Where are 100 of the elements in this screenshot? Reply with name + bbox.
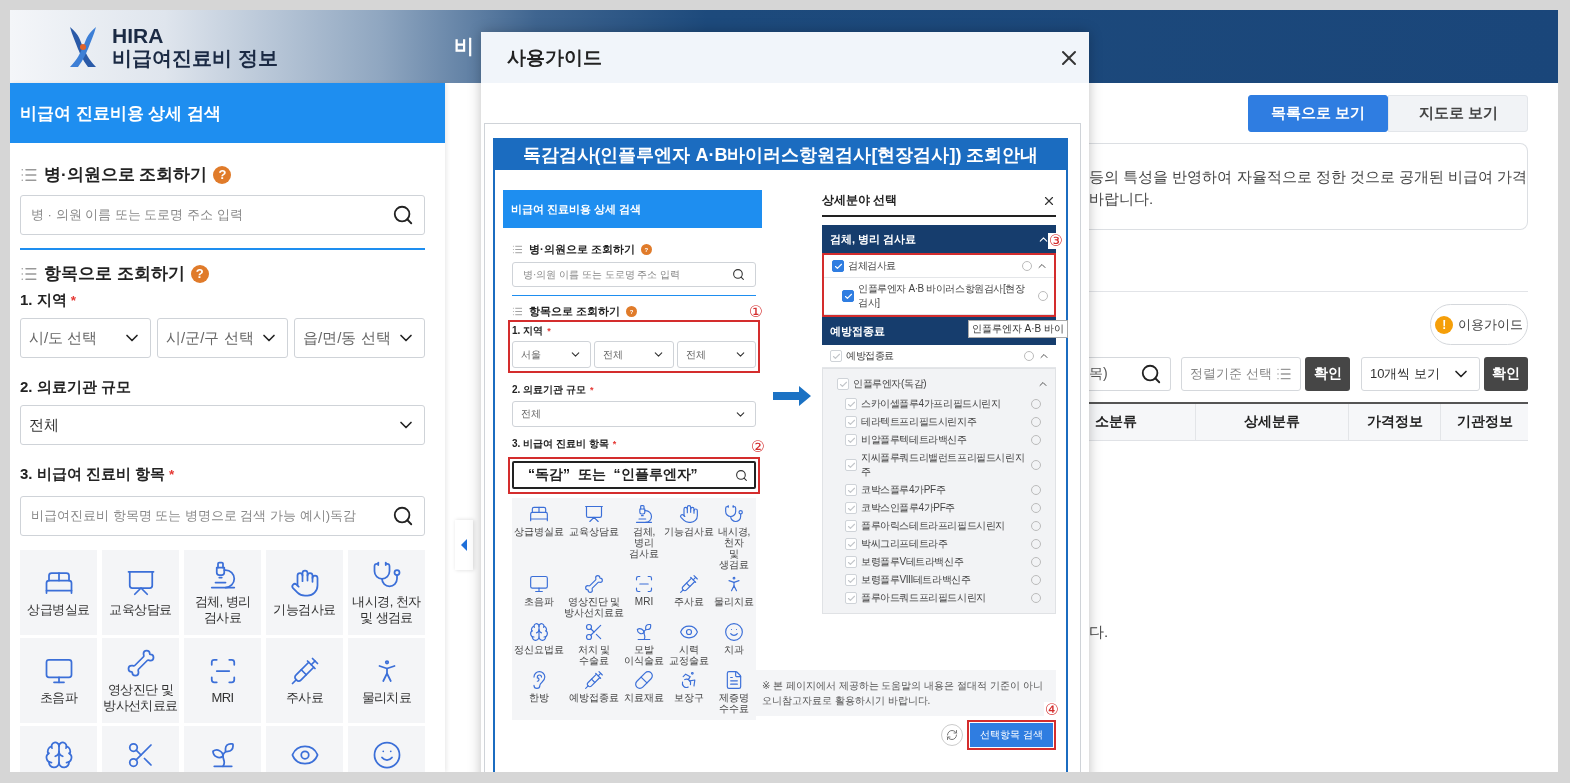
item-row[interactable]: 인플루엔자 A·B 바이러스항원검사[현장검사] [824,278,1054,315]
search-icon[interactable] [1140,363,1162,385]
pill-icon [634,670,654,690]
scale-select[interactable]: 전체 [20,405,425,445]
category-label: 시력 교정술료 [668,644,710,666]
category-label: MRI [634,596,654,607]
dialog-title: 사용가이드 [507,45,602,70]
field-label: 2. 의료기관 규모 [20,378,131,397]
syringe-icon [679,574,699,594]
field-label: 3. 비급여 진료비 항목 [512,437,609,451]
view-tab[interactable]: 목록으로 보기 [1248,95,1389,132]
scissors-icon [584,622,604,642]
category-tile[interactable]: 내시경, 천자 및 생검료 [348,550,425,635]
confirm-button[interactable]: 확인 [1484,357,1528,391]
region-select[interactable]: 시/도 선택 [20,318,151,358]
search-icon[interactable] [392,505,414,527]
hand-icon [679,504,699,524]
microscope-icon [634,504,654,524]
field-label: 1. 지역 [20,291,67,310]
category-label: 교육상담료 [569,526,619,537]
bone-icon [125,647,156,678]
site-subtitle: 비급여진료비 정보 [112,46,278,69]
category-label: 초음파 [524,596,554,607]
confirm-button[interactable]: 확인 [1305,357,1350,391]
empty-text: 다. [1089,623,1110,642]
nav-label[interactable]: 비 [453,33,474,60]
site-title: HIRA [112,24,165,47]
item-row[interactable]: 테라텍트프리필드시린지주 [823,413,1055,431]
category-label: 영상진단 및 방사선치료료 [564,596,624,618]
document-icon [724,670,744,690]
smile-icon [371,740,402,770]
item-row[interactable]: 박씨그리프테트라주 [823,535,1055,553]
item-row[interactable]: 플루아드쿼드프리필드시린지 [823,589,1055,607]
category-label: 치료재료 [624,692,664,703]
stethoscope-icon [371,559,402,590]
category-label: 기능검사료 [664,526,714,537]
category-tile[interactable]: 교육상담료 [102,550,179,635]
category-tile[interactable]: 초음파 [20,638,97,723]
view-tab[interactable]: 지도로 보기 [1388,95,1529,132]
scan-icon [634,574,654,594]
search-button[interactable]: 선택항목 검색 [970,723,1053,747]
category-label: 한방 [529,692,549,703]
item-row[interactable]: 지씨플루쿼드리밸런트프리필드시린지주 [823,449,1055,481]
search-icon[interactable] [392,204,414,226]
step-marker: ① [747,304,764,320]
tooltip: 인플루엔자 A·B 바이 [967,320,1068,338]
page-size-select[interactable]: 10개씩 보기 [1361,357,1480,391]
section-heading: 병·의원으로 조회하기 [44,164,208,186]
section-heading: 항목으로 조회하기 [44,263,185,285]
checkbox[interactable] [832,260,844,272]
syringe-icon [584,670,604,690]
mini-sidebar-title: 비급여 진료비용 상세 검색 [503,190,762,228]
category-tile[interactable]: 검체, 병리 검사료 [184,550,261,635]
item-row[interactable]: 비알플루텍테트라백신주 [823,431,1055,449]
info-text: 바랍니다. [1089,189,1155,209]
category-label: 정신요법료 [514,644,564,655]
item-row[interactable]: 플루아릭스테트라프리필드시린지 [823,517,1055,535]
search-field[interactable]: 비급여진료비 항목명 또는 병명으로 검색 가능 예시)독감 [20,496,425,536]
category-label: 치과 [724,644,744,655]
brain-icon [529,622,549,642]
required-mark: * [70,293,76,308]
column-header: 가격정보 [1348,404,1440,440]
detail-title: 상세분야 선택 [822,192,898,209]
presentation-icon [584,504,604,524]
region-select[interactable]: 읍/면/동 선택 [294,318,425,358]
category-tile[interactable]: 물리치료 [348,638,425,723]
list-icon [1276,366,1292,382]
triangle-left-icon [461,539,467,551]
subcategory-row[interactable]: 인플루엔자(독감) [823,373,1055,395]
category-tile[interactable]: 영상진단 및 방사선치료료 [102,638,179,723]
checkbox[interactable] [842,290,854,302]
sort-select[interactable]: 정렬기준 선택 [1181,357,1301,391]
required-mark: * [612,439,617,449]
category-label: 주사료 [674,596,704,607]
item-row[interactable]: 보령플루V테트라백신주 [823,553,1055,571]
item-row[interactable]: 코박스플루4가PF주 [823,481,1055,499]
sidebar-title: 비급여 진료비용 상세 검색 [10,83,445,143]
section-heading: 병·의원으로 조회하기 [529,242,635,257]
step-marker: ② [749,439,766,455]
item-row[interactable]: 코박스인플루4가PF주 [823,499,1055,517]
list-icon [512,306,523,317]
category-label: 예방접종료 [569,692,619,703]
bed-icon [529,504,549,524]
info-text: 등의 특성을 반영하여 자율적으로 정한 것으로 공개된 비급여 가격 [1089,167,1528,187]
category-tile[interactable]: 상급병실료 [20,550,97,635]
category-label: 상급병실료 [514,526,564,537]
category-tile[interactable]: MRI [184,638,261,723]
brain-icon [43,740,74,770]
arrow-right-icon [773,386,811,406]
item-row[interactable]: 스카이셀플루4가프리필드시린지 [823,395,1055,413]
stethoscope-icon [724,504,744,524]
item-row[interactable]: 보령플루VIII테트라백신주 [823,571,1055,589]
reset-button[interactable] [941,724,964,746]
category-label: 모발 이식술료 [624,644,664,666]
category-label: 처치 및 수술료 [576,644,612,666]
collapse-tab[interactable] [455,520,473,570]
region-select[interactable]: 시/군/구 선택 [157,318,288,358]
category-tile[interactable]: 기능검사료 [266,550,343,635]
search-field[interactable]: 병 · 의원 이름 또는 도로명 주소 입력 [20,195,425,235]
category-tile[interactable]: 주사료 [266,638,343,723]
